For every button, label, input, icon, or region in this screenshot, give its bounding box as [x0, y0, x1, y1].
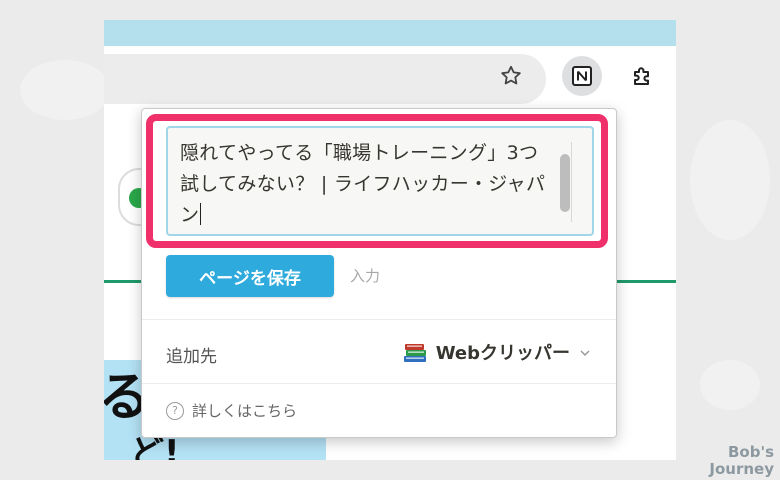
- background-texture: [690, 120, 770, 240]
- notion-extension-icon[interactable]: [562, 56, 602, 96]
- chevron-down-icon: [578, 345, 592, 359]
- help-link[interactable]: ? 詳しくはこちら: [166, 400, 297, 421]
- popup-divider: [142, 319, 616, 320]
- address-bar[interactable]: [104, 54, 546, 104]
- watermark-logo: Bob's Journey: [709, 444, 774, 478]
- puzzle-extension-icon[interactable]: [622, 56, 662, 96]
- destination-select[interactable]: Webクリッパー: [402, 339, 592, 365]
- input-link[interactable]: 入力: [350, 265, 380, 286]
- page-heading-glyph-2: ど!: [130, 433, 180, 460]
- save-page-button[interactable]: ページを保存: [166, 255, 334, 297]
- background-texture: [20, 60, 110, 120]
- watermark-line-2: Journey: [709, 460, 774, 478]
- browser-toolbar: [104, 46, 676, 110]
- bookmark-star-icon[interactable]: [493, 58, 529, 94]
- question-circle-icon: ?: [166, 401, 184, 420]
- books-icon: [402, 340, 428, 364]
- destination-label: 追加先: [166, 347, 217, 367]
- tab-strip: [104, 20, 676, 46]
- watermark-line-1: Bob's: [728, 443, 774, 461]
- destination-value: Webクリッパー: [435, 343, 570, 364]
- background-texture: [700, 360, 760, 410]
- highlight-annotation-box: [146, 114, 608, 248]
- popup-divider: [142, 383, 616, 384]
- help-link-text: 詳しくはこちら: [192, 402, 298, 420]
